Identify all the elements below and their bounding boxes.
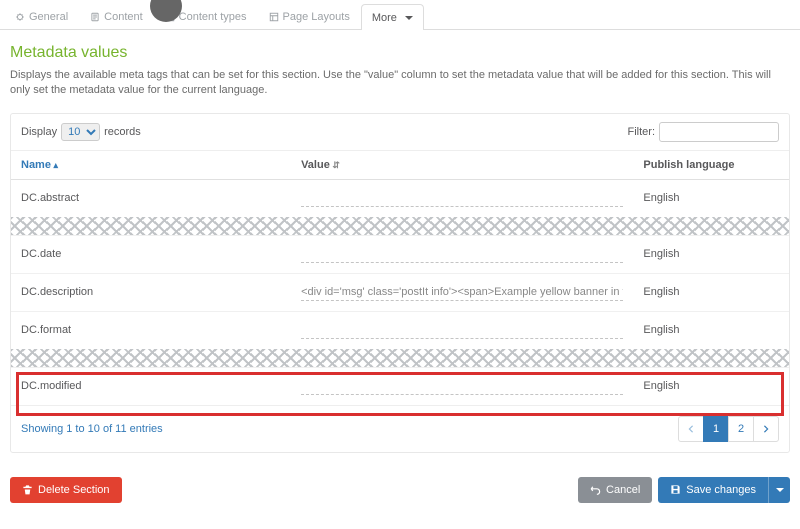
metadata-table: Name Value Publish language DC.abstract … [11, 151, 789, 405]
tab-more-label: More [372, 12, 397, 24]
general-icon [15, 12, 25, 22]
bottom-bar: Delete Section Cancel Save changes [0, 463, 800, 515]
pager-prev[interactable] [678, 416, 704, 442]
tab-general-label: General [29, 11, 68, 23]
cell-name: DC.description [11, 273, 291, 311]
cell-name: DC.abstract [11, 179, 291, 217]
tab-content[interactable]: Content [79, 4, 154, 29]
caret-down-icon [776, 488, 784, 492]
chevron-right-icon [762, 425, 770, 433]
trash-icon [22, 484, 33, 495]
cell-lang: English [633, 235, 789, 273]
metadata-panel: Display 10 records Filter: Name Value Pu… [10, 113, 790, 453]
page-layouts-icon [269, 12, 279, 22]
cell-value-input[interactable] [301, 284, 623, 301]
table-row: DC.modified English [11, 367, 789, 405]
panel-header: Display 10 records Filter: [11, 114, 789, 151]
tab-page-layouts[interactable]: Page Layouts [258, 4, 361, 29]
tab-page-layouts-label: Page Layouts [283, 11, 350, 23]
cell-value-input[interactable] [301, 190, 623, 207]
delete-section-button[interactable]: Delete Section [10, 477, 122, 503]
content-area: Metadata values Displays the available m… [0, 30, 800, 463]
showing-text: Showing 1 to 10 of 11 entries [21, 423, 163, 435]
col-header-lang[interactable]: Publish language [633, 151, 789, 180]
undo-icon [590, 484, 601, 495]
cell-lang: English [633, 311, 789, 349]
col-header-value[interactable]: Value [291, 151, 633, 180]
table-row: DC.format English [11, 311, 789, 349]
table-row: DC.abstract English [11, 179, 789, 217]
torn-divider [11, 217, 789, 235]
display-select[interactable]: 10 [61, 123, 100, 141]
panel-footer: Showing 1 to 10 of 11 entries 1 2 [11, 405, 789, 452]
tabs-bar: General Content Content types Page Layou… [0, 4, 800, 30]
save-label: Save changes [686, 484, 756, 496]
caret-down-icon [405, 16, 413, 20]
save-button[interactable]: Save changes [658, 477, 768, 503]
col-header-name[interactable]: Name [11, 151, 291, 180]
save-icon [670, 484, 681, 495]
tab-content-types-label: Content types [179, 11, 247, 23]
pager-next[interactable] [753, 416, 779, 442]
tab-content-label: Content [104, 11, 143, 23]
cell-value-input[interactable] [301, 246, 623, 263]
table-row-highlighted: DC.description English [11, 273, 789, 311]
cell-name: DC.modified [11, 367, 291, 405]
filter-input[interactable] [659, 122, 779, 142]
cell-name: DC.format [11, 311, 291, 349]
right-buttons: Cancel Save changes [578, 477, 790, 503]
chevron-left-icon [687, 425, 695, 433]
cancel-button[interactable]: Cancel [578, 477, 652, 503]
cell-lang: English [633, 179, 789, 217]
table-row: DC.date English [11, 235, 789, 273]
page-title: Metadata values [10, 44, 790, 62]
save-dropdown-toggle[interactable] [768, 477, 790, 503]
torn-divider [11, 349, 789, 367]
filter-block: Filter: [628, 122, 780, 142]
tab-general[interactable]: General [4, 4, 79, 29]
cell-name: DC.date [11, 235, 291, 273]
delete-section-label: Delete Section [38, 484, 110, 496]
pager-page-1[interactable]: 1 [703, 416, 729, 442]
cell-lang: English [633, 367, 789, 405]
display-label: Display [21, 126, 57, 138]
pagination: 1 2 [679, 416, 779, 442]
cell-lang: English [633, 273, 789, 311]
cancel-label: Cancel [606, 484, 640, 496]
display-records: Display 10 records [21, 123, 141, 141]
records-label: records [104, 126, 141, 138]
filter-label: Filter: [628, 126, 656, 138]
cell-value-input[interactable] [301, 378, 623, 395]
content-icon [90, 12, 100, 22]
tab-more[interactable]: More [361, 4, 424, 30]
save-split-button: Save changes [658, 477, 790, 503]
page-description: Displays the available meta tags that ca… [10, 68, 790, 99]
cell-value-input[interactable] [301, 322, 623, 339]
pager-page-2[interactable]: 2 [728, 416, 754, 442]
